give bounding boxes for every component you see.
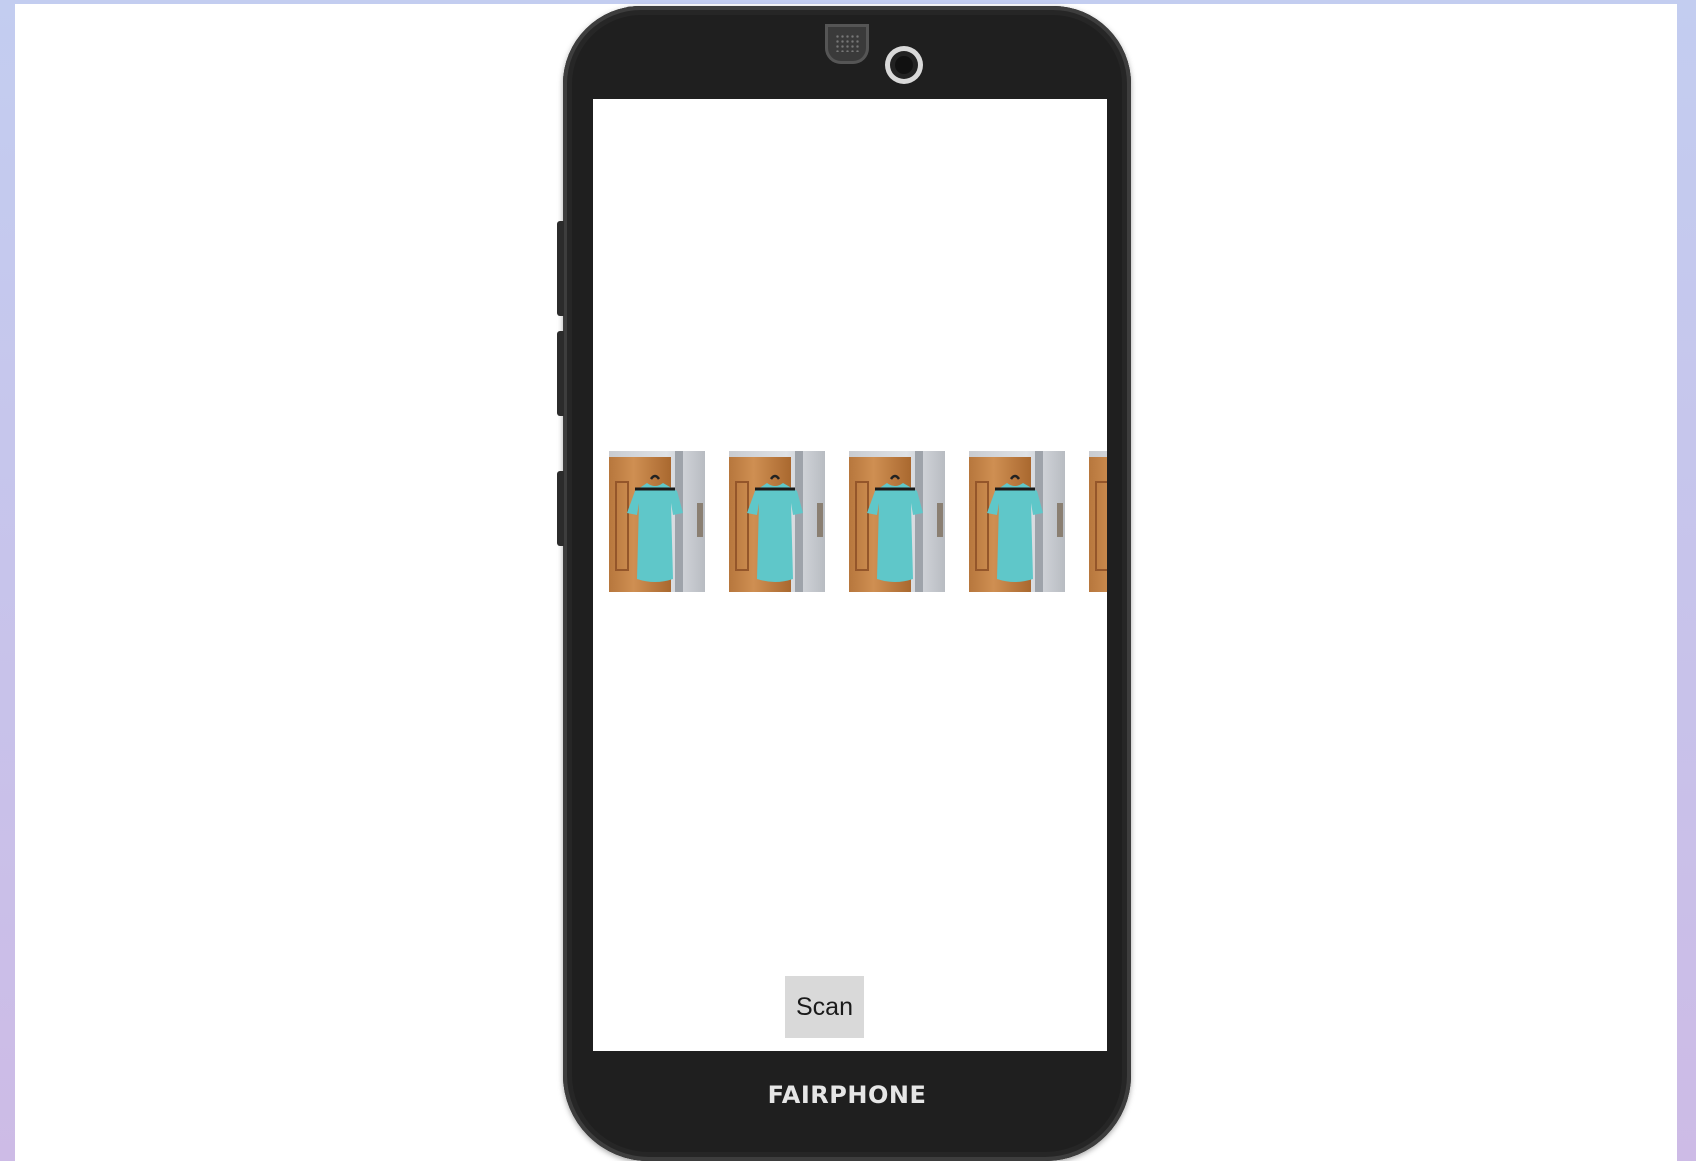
- tshirt-icon: [987, 474, 1043, 582]
- gallery-image[interactable]: [609, 451, 705, 592]
- image-gallery-strip[interactable]: [609, 451, 1107, 592]
- front-camera: [885, 46, 923, 84]
- volume-button: [557, 221, 564, 316]
- scan-button[interactable]: Scan: [785, 976, 864, 1038]
- phone-frame: Scan FAIRPHONE: [557, 6, 1131, 1161]
- gallery-image[interactable]: [849, 451, 945, 592]
- earpiece-speaker: [825, 24, 869, 64]
- gallery-image-partial[interactable]: [1089, 451, 1107, 592]
- power-button: [557, 471, 564, 546]
- tshirt-icon: [747, 474, 803, 582]
- gallery-image[interactable]: [969, 451, 1065, 592]
- brand-logo-text: FAIRPHONE: [767, 1081, 927, 1109]
- phone-screen: Scan: [593, 99, 1107, 1051]
- volume-button-lower: [557, 331, 564, 416]
- gallery-image[interactable]: [729, 451, 825, 592]
- tshirt-icon: [867, 474, 923, 582]
- tshirt-icon: [1105, 473, 1107, 585]
- tshirt-icon: [627, 474, 683, 582]
